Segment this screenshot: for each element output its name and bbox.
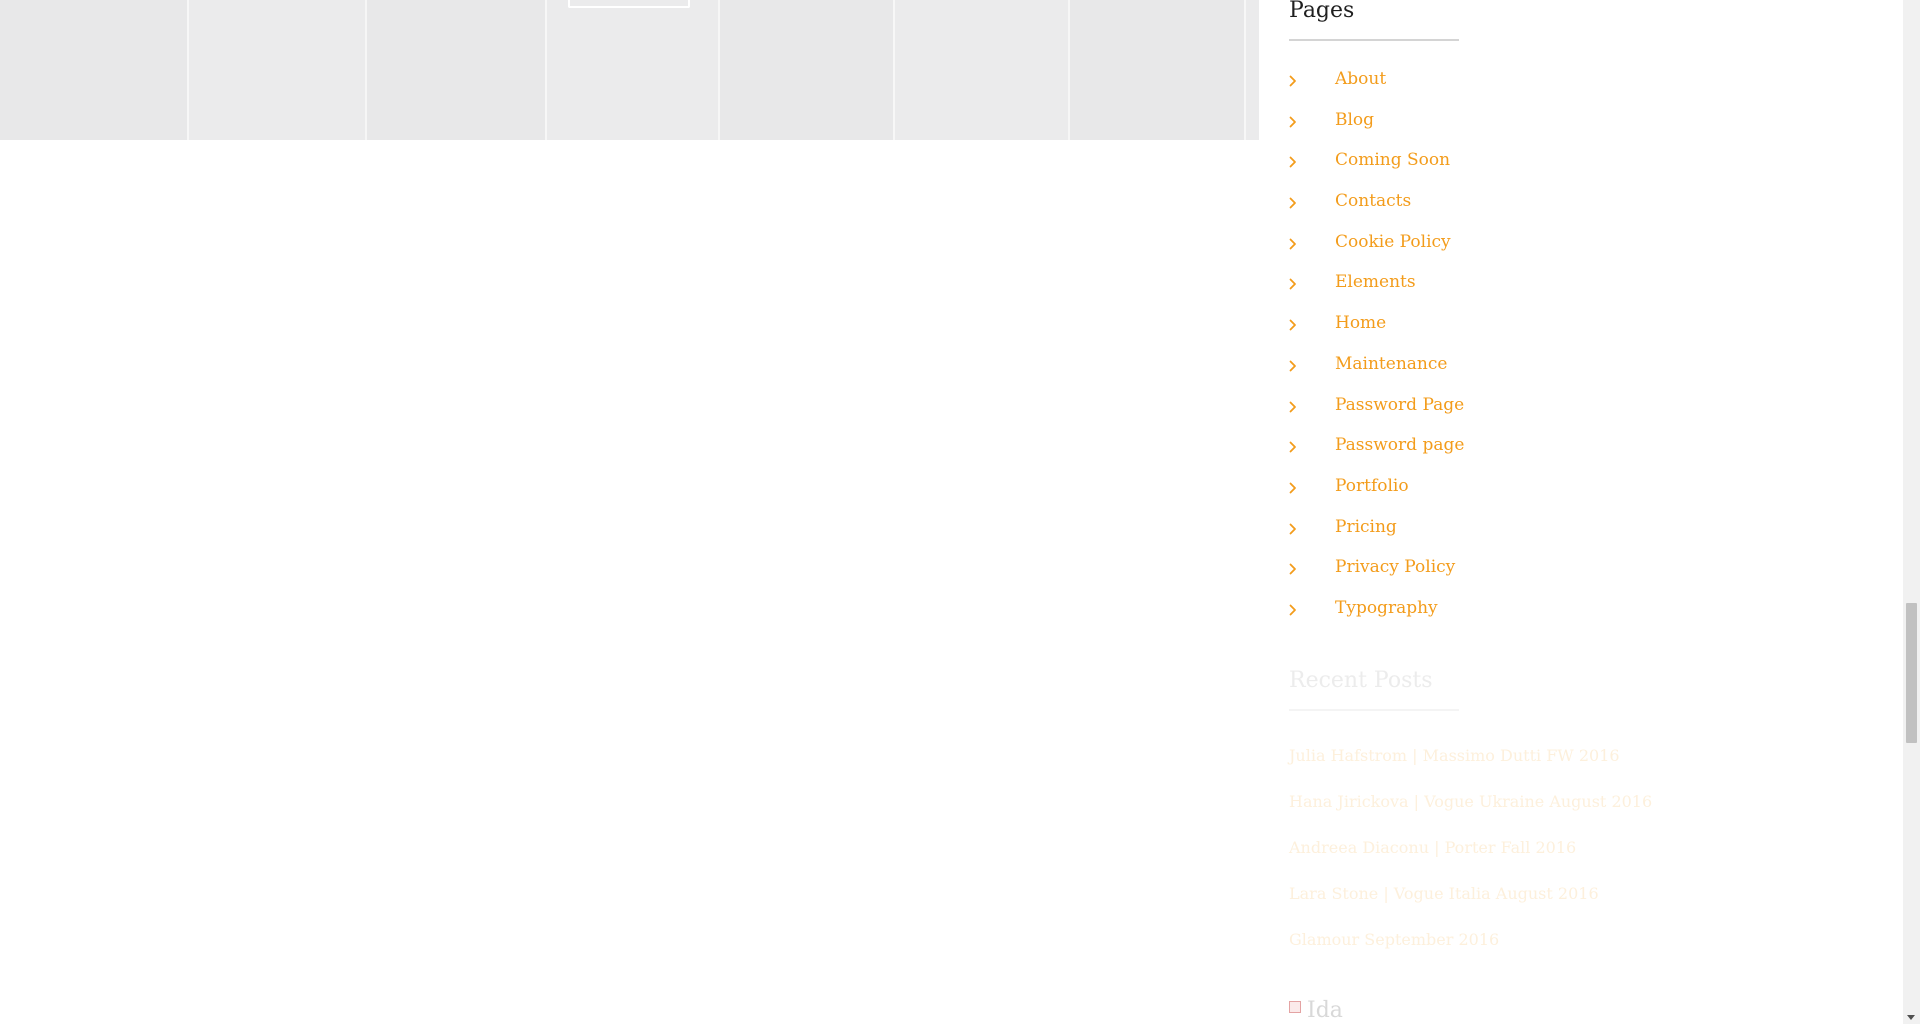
gallery-panel [1068, 0, 1244, 140]
recent-post-link[interactable]: Glamour September 2016 [1289, 930, 1499, 949]
pages-widget-title: Pages [1289, 0, 1355, 23]
page-link[interactable]: Pricing [1335, 516, 1397, 538]
page: Pages About Blog Coming Soon Contacts Cookie… [0, 0, 1920, 1024]
page-link[interactable]: Coming Soon [1335, 149, 1450, 171]
page-link[interactable]: Password Page [1335, 394, 1464, 416]
gallery-divider [187, 0, 189, 140]
gallery-divider [365, 0, 367, 140]
page-link[interactable]: Typography [1335, 597, 1438, 619]
pages-title-underline [1289, 39, 1459, 41]
vertical-scrollbar[interactable] [1903, 0, 1920, 1024]
gallery-panel [0, 0, 187, 140]
page-link[interactable]: Maintenance [1335, 353, 1447, 375]
broken-image-icon [1289, 1001, 1301, 1013]
recent-post-item: Glamour September 2016 [1289, 929, 1652, 975]
scroll-down-arrow-icon[interactable] [1907, 1015, 1915, 1020]
gallery-panel [365, 0, 545, 140]
page-link[interactable]: Cookie Policy [1335, 231, 1451, 253]
chevron-right-icon [1289, 319, 1299, 331]
recent-post-item: Andreea Diaconu | Porter Fall 2016 [1289, 837, 1652, 883]
chevron-right-icon [1289, 401, 1299, 413]
chevron-right-icon [1289, 360, 1299, 372]
instagram-widget-header: Ida [1289, 998, 1343, 1024]
recent-posts-widget-title: Recent Posts [1289, 668, 1433, 693]
scrollbar-thumb[interactable] [1906, 603, 1917, 743]
recent-post-link[interactable]: Andreea Diaconu | Porter Fall 2016 [1289, 838, 1576, 857]
chevron-right-icon [1289, 482, 1299, 494]
page-link[interactable]: Blog [1335, 109, 1374, 131]
chevron-right-icon [1289, 523, 1299, 535]
gallery-divider [893, 0, 895, 140]
chevron-right-icon [1289, 563, 1299, 575]
gallery-divider [1244, 0, 1246, 140]
page-link[interactable]: Privacy Policy [1335, 556, 1455, 578]
page-link[interactable]: Contacts [1335, 190, 1411, 212]
page-link[interactable]: Portfolio [1335, 475, 1409, 497]
recent-post-link[interactable]: Hana Jirickova | Vogue Ukraine August 20… [1289, 792, 1652, 811]
chevron-right-icon [1289, 278, 1299, 290]
recent-posts-list: Julia Hafstrom | Massimo Dutti FW 2016 Ha… [1289, 745, 1652, 975]
chevron-right-icon [1289, 604, 1299, 616]
page-link[interactable]: About [1335, 68, 1386, 90]
gallery-panel [718, 0, 893, 140]
chevron-right-icon [1289, 116, 1299, 128]
page-link[interactable]: Home [1335, 312, 1386, 334]
gallery-divider [545, 0, 547, 140]
recent-posts-title-underline [1289, 709, 1459, 711]
gallery-divider [718, 0, 720, 140]
recent-post-item: Hana Jirickova | Vogue Ukraine August 20… [1289, 791, 1652, 837]
page-link[interactable]: Elements [1335, 271, 1416, 293]
page-link[interactable]: Password page [1335, 434, 1464, 456]
recent-post-item: Lara Stone | Vogue Italia August 2016 [1289, 883, 1652, 929]
chevron-right-icon [1289, 238, 1299, 250]
instagram-widget-title: Ida [1307, 998, 1343, 1023]
chevron-right-icon [1289, 156, 1299, 168]
chevron-right-icon [1289, 197, 1299, 209]
recent-post-link[interactable]: Julia Hafstrom | Massimo Dutti FW 2016 [1289, 746, 1620, 765]
hero-button[interactable] [568, 0, 690, 8]
recent-post-item: Julia Hafstrom | Massimo Dutti FW 2016 [1289, 745, 1652, 791]
chevron-right-icon [1289, 441, 1299, 453]
hero-gallery-strip [0, 0, 1259, 140]
gallery-divider [1068, 0, 1070, 140]
chevron-right-icon [1289, 75, 1299, 87]
recent-post-link[interactable]: Lara Stone | Vogue Italia August 2016 [1289, 884, 1599, 903]
